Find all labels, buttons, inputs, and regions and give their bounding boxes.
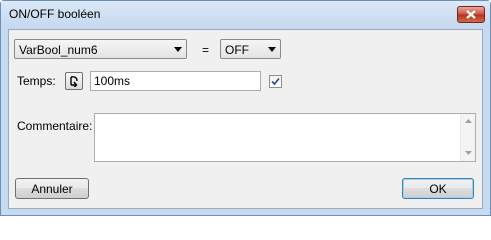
temps-label: Temps: (17, 74, 56, 88)
value-dropdown[interactable]: OFF (220, 39, 281, 59)
temps-input[interactable] (90, 71, 261, 91)
comment-scrollbar[interactable] (460, 114, 475, 161)
variable-dropdown[interactable]: VarBool_num6 (14, 39, 187, 59)
check-icon (271, 77, 280, 86)
scroll-down-icon[interactable] (465, 151, 472, 155)
variable-value: VarBool_num6 (19, 43, 98, 57)
cancel-button[interactable]: Annuler (15, 178, 89, 199)
scroll-up-icon[interactable] (465, 119, 472, 123)
close-icon (466, 10, 476, 19)
comment-label: Commentaire: (17, 119, 93, 133)
value-selected: OFF (225, 43, 249, 57)
title-bar[interactable]: ON/OFF booléen (1, 1, 490, 29)
temps-checkbox[interactable] (269, 75, 282, 88)
refresh-icon (70, 76, 78, 87)
window-title: ON/OFF booléen (9, 7, 101, 21)
dialog-window: ON/OFF booléen VarBool_num6 = OFF Temps: (0, 0, 491, 216)
temps-value[interactable] (91, 72, 260, 90)
dialog-body: VarBool_num6 = OFF Temps: 100ms Commenta… (8, 29, 483, 209)
comment-textarea[interactable] (94, 113, 476, 162)
chevron-down-icon (174, 47, 182, 52)
close-button[interactable] (457, 6, 485, 23)
operator-label: = (202, 43, 210, 57)
ok-button[interactable]: OK (402, 178, 474, 199)
chevron-down-icon (268, 47, 276, 52)
refresh-button[interactable] (65, 72, 83, 90)
